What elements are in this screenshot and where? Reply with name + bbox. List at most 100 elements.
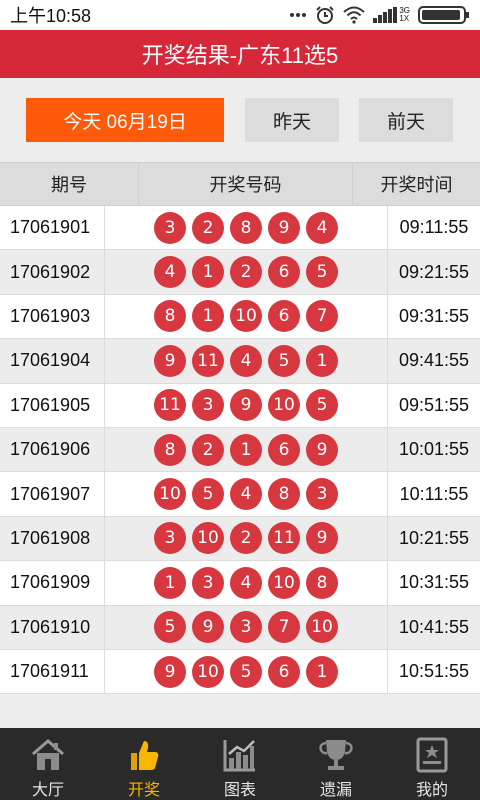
tab-chart[interactable]: 图表 [192,728,288,800]
issue-number: 17061907 [0,472,105,516]
draw-time: 09:51:55 [398,394,470,415]
table-row[interactable]: 17061909 1 3 4 10 8 10:31:55 [0,561,480,606]
draw-numbers: 3 10 2 11 9 [105,516,388,561]
number-ball: 10 [268,389,300,422]
trophy-icon [317,736,355,774]
number-ball: 8 [154,300,186,333]
draw-numbers: 41265 [105,250,388,294]
day-before-button[interactable]: 前天 [359,98,453,142]
number-ball: 5 [306,389,338,422]
number-ball: 1 [154,566,186,599]
number-ball: 4 [230,478,262,511]
number-ball: 10 [268,566,300,599]
issue-number: 17061904 [0,339,105,383]
header-issue: 期号 [0,163,139,205]
table-row[interactable]: 17061901 3 2 8 9 4 09:11:55 [0,206,480,251]
number-ball: 10 [192,522,224,555]
number-ball: 10 [192,655,224,688]
draw-time: 10:51:55 [398,661,470,682]
number-ball: 5 [268,344,300,377]
number-ball: 10 [230,300,262,333]
table-row[interactable]: 17061903 8 1 10 6 7 09:31:55 [0,294,480,340]
issue-number: 17061910 [0,605,105,649]
chart-icon [221,736,259,774]
number-ball: 7 [306,300,338,333]
number-ball: 8 [154,433,186,466]
draw-numbers: 11 3 9 10 5 [105,383,388,427]
draw-time: 10:11:55 [399,483,469,504]
tab-draw[interactable]: 开奖 [96,728,192,800]
number-ball: 8 [230,211,262,244]
number-ball: 9 [192,611,224,644]
issue-number: 17061902 [0,250,105,294]
issue-number: 17061903 [0,294,105,339]
number-ball: 10 [306,611,338,644]
alarm-icon [315,5,335,25]
bottom-tab-bar: 大厅 开奖 图表 遗漏 我的 [0,728,480,800]
profile-card-icon [413,736,451,774]
issue-number: 17061911 [0,649,105,694]
tab-missing-label: 遗漏 [319,782,352,799]
draw-time: 09:31:55 [398,305,470,326]
number-ball: 9 [154,344,186,377]
draw-time: 10:41:55 [398,616,470,637]
tab-lobby-label: 大厅 [31,782,64,799]
status-bar: 上午10:58 3G 1X [0,0,480,30]
issue-number: 17061909 [0,561,105,605]
draw-numbers: 9 10 5 6 1 [105,649,388,694]
table-row[interactable]: 17061906 8 2 1 6 9 10:01:55 [0,427,480,473]
number-ball: 9 [306,522,338,555]
number-ball: 11 [154,389,186,422]
table-row[interactable]: 17061910 5 9 3 7 10 10:41:55 [0,605,480,650]
network-type-2: 1X [399,14,410,23]
number-ball: 1 [230,433,262,466]
thumbs-up-icon [125,736,163,774]
status-icons: 3G 1X [289,5,470,25]
tab-mine[interactable]: 我的 [384,728,480,800]
number-ball: 2 [192,433,224,466]
number-ball: 11 [268,522,300,555]
number-ball: 6 [268,655,300,688]
today-button[interactable]: 今天 06月19日 [26,98,224,142]
tab-missing[interactable]: 遗漏 [288,728,384,800]
number-ball: 3 [306,478,338,511]
draw-time: 10:01:55 [398,439,470,460]
number-ball: 2 [230,522,262,555]
number-ball: 4 [306,211,338,244]
day-selector: 今天 06月19日 昨天 前天 [0,78,480,162]
number-ball: 3 [192,389,224,422]
table-row[interactable]: 17061908 3 10 2 11 9 10:21:55 [0,516,480,562]
draw-numbers: 5 9 3 7 10 [105,605,388,649]
draw-time: 09:41:55 [398,350,470,371]
table-row[interactable]: 17061904 9 11 4 5 1 09:41:55 [0,339,480,384]
number-ball: 3 [192,566,224,599]
issue-number: 17061901 [0,206,105,250]
number-ball: 3 [154,522,186,555]
table-header: 期号 开奖号码 开奖时间 [0,162,480,206]
page-title: 开奖结果-广东11选5 [141,43,339,68]
table-row[interactable]: 17061905 11 3 9 10 5 09:51:55 [0,383,480,428]
draw-time: 09:21:55 [398,261,470,282]
tab-mine-label: 我的 [415,782,448,799]
number-ball: 9 [268,211,300,244]
table-row[interactable]: 17061907 10 5 4 8 3 10:11:55 [0,472,480,517]
number-ball: 3 [154,211,186,244]
tab-lobby[interactable]: 大厅 [0,728,96,800]
number-ball: 9 [306,433,338,466]
number-ball: 5 [154,611,186,644]
wifi-icon [343,6,365,24]
number-ball: 11 [192,344,224,377]
number-ball: 5 [192,478,224,511]
number-ball: 7 [268,611,300,644]
number-ball: 4 [154,256,186,289]
yesterday-button[interactable]: 昨天 [245,98,339,142]
issue-number: 17061905 [0,383,105,427]
battery-icon [418,5,470,25]
dots-icon [289,12,307,18]
number-ball: 4 [230,566,262,599]
issue-number: 17061906 [0,427,105,472]
table-row[interactable]: 17061902 4 1 2 6 5 09:21:55 [0,250,480,295]
table-row[interactable]: 17061911 9 10 5 6 1 10:51:55 [0,649,480,695]
number-ball: 6 [268,256,300,289]
signal-icon: 3G 1X [373,7,410,23]
